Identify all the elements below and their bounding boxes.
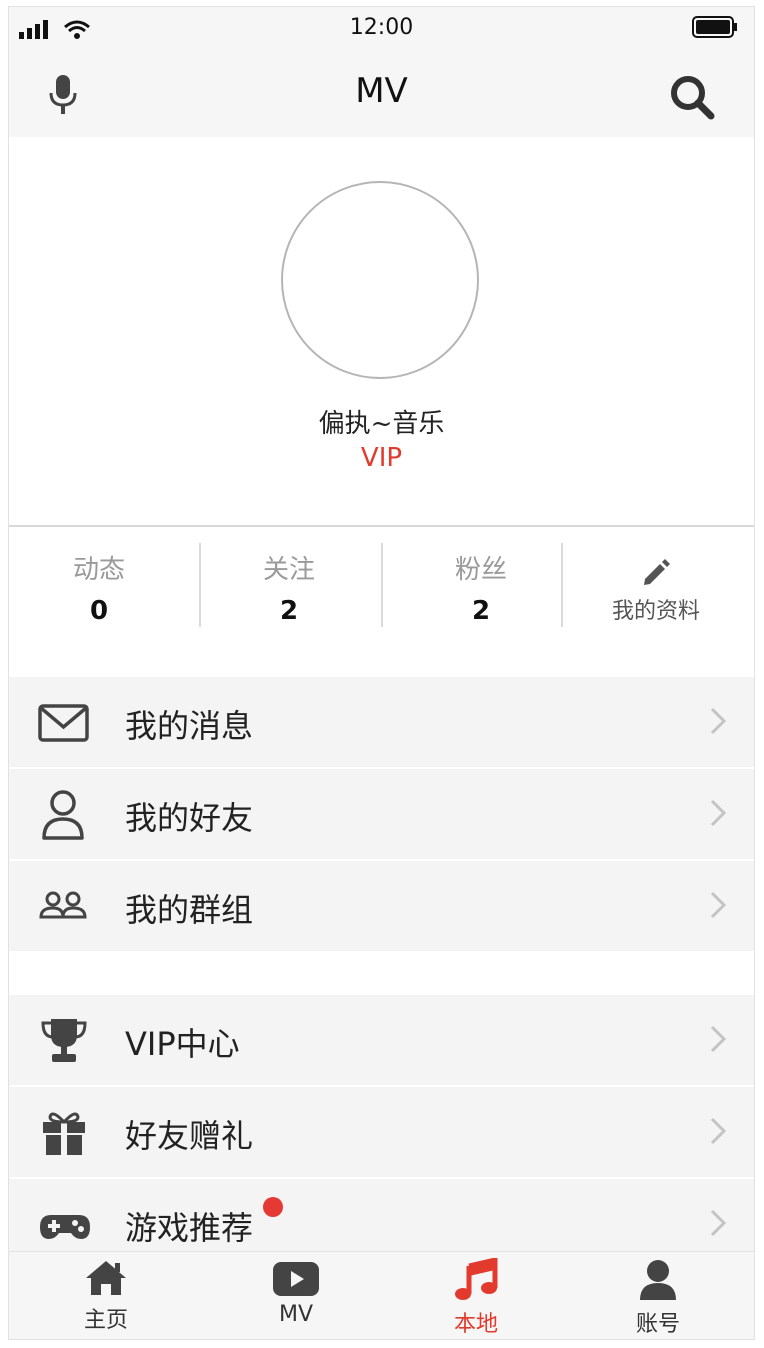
edit-profile-button[interactable]: 我的资料 [563,557,749,625]
trophy-icon [41,1019,87,1062]
battery-icon [692,16,737,38]
notification-dot [263,1197,283,1217]
tab-label: 主页 [83,1308,128,1333]
tab-mv[interactable]: MV [203,1258,389,1327]
user-icon [42,790,84,840]
chevron-right-icon [710,891,726,919]
menu-group-extras: VIP中心 好友赠礼 游戏推荐 [9,995,754,1269]
stat-value: 2 [471,596,491,626]
pencil-icon [644,559,670,585]
tab-home[interactable]: 主页 [13,1258,199,1334]
stat-value: 2 [279,596,299,626]
mail-icon [38,704,89,742]
menu-item-friend-gifts[interactable]: 好友赠礼 [9,1087,754,1179]
username: 偏执~音乐 [318,409,445,439]
stat-label: 粉丝 [454,555,507,585]
stat-following[interactable]: 关注 2 [199,549,379,626]
status-bar: 12:00 [9,7,754,47]
divider [381,543,383,627]
stat-label: 关注 [262,555,315,585]
app-screen: 12:00 MV 偏执~音乐 VIP 动态 0 关注 2 粉丝 2 我的资料 我… [8,6,755,1340]
tab-local[interactable]: 本地 [383,1256,569,1338]
menu-label: VIP中心 [125,1025,240,1063]
video-icon [273,1262,319,1296]
stat-value: 0 [89,596,109,626]
menu-item-messages[interactable]: 我的消息 [9,677,754,769]
vip-badge[interactable]: VIP [9,443,754,473]
music-icon [455,1256,498,1300]
menu-item-groups[interactable]: 我的群组 [9,861,754,951]
page-title: MV [355,71,408,111]
menu-label: 我的消息 [125,707,254,745]
menu-label: 好友赠礼 [125,1117,254,1155]
stat-label: 动态 [72,555,125,585]
avatar[interactable] [281,181,479,379]
chevron-right-icon [710,799,726,827]
tab-label: MV [278,1302,314,1327]
gift-icon [43,1112,85,1155]
tab-label: 账号 [635,1312,680,1337]
account-icon [640,1260,676,1300]
tab-account[interactable]: 账号 [565,1258,751,1338]
chevron-right-icon [710,1209,726,1237]
stat-followers[interactable]: 粉丝 2 [391,549,571,626]
search-icon[interactable] [668,73,716,121]
tab-bar: 主页 MV 本地 账号 [9,1251,754,1339]
menu-group-social: 我的消息 我的好友 我的群组 [9,677,754,951]
chevron-right-icon [710,1117,726,1145]
tab-label: 本地 [453,1312,498,1337]
menu-label: 游戏推荐 [125,1209,254,1247]
gamepad-icon [40,1215,90,1239]
group-icon [39,891,87,919]
stats-bar: 动态 0 关注 2 粉丝 2 我的资料 [9,527,754,677]
edit-profile-label: 我的资料 [611,599,700,624]
menu-label: 我的群组 [125,891,254,929]
chevron-right-icon [710,1025,726,1053]
status-time: 12:00 [349,15,414,40]
menu-item-vip-center[interactable]: VIP中心 [9,995,754,1087]
menu-item-friends[interactable]: 我的好友 [9,769,754,861]
home-icon [86,1261,126,1295]
nav-bar: MV [9,47,754,137]
chevron-right-icon [710,707,726,735]
menu-label: 我的好友 [125,799,254,837]
profile-header: 偏执~音乐 VIP [9,137,754,525]
stat-posts[interactable]: 动态 0 [9,549,189,626]
